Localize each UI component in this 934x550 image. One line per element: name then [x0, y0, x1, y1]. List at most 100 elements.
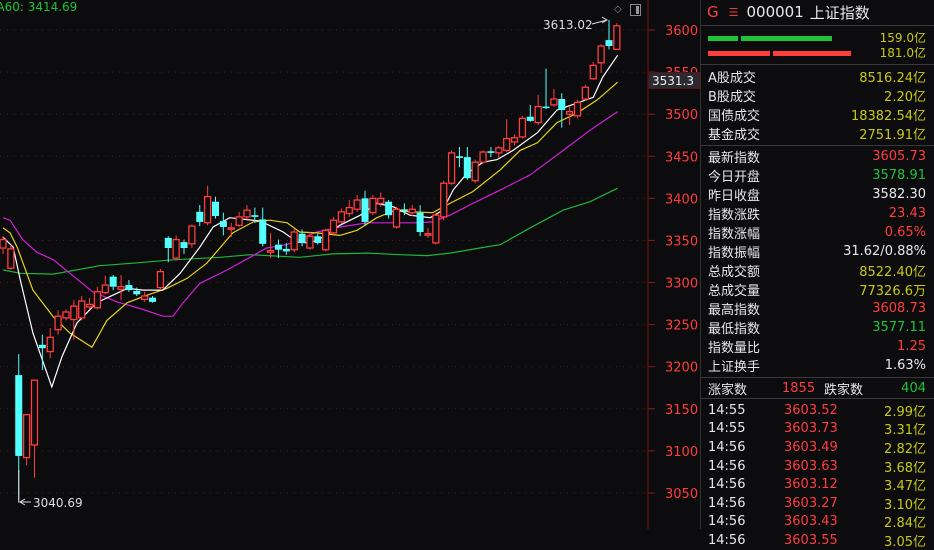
- tick-time: 14:55: [708, 402, 746, 418]
- crosshair-price-label: 3531.3: [648, 72, 700, 89]
- y-tick-label: 3250: [665, 319, 698, 334]
- stat-label: 最高指数: [708, 303, 761, 318]
- diamond-icon[interactable]: ◇: [614, 4, 622, 15]
- tick-price: 3603.43: [784, 514, 838, 530]
- outflow-bar: [708, 36, 738, 41]
- candle-up: [30, 379, 39, 446]
- stat-row: 昨日收盘 3582.30: [701, 185, 934, 204]
- g-badge[interactable]: G: [707, 3, 719, 21]
- inflow-bar: [773, 51, 851, 56]
- tick-list[interactable]: 14:55 3603.52 2.99亿 14:55 3603.73 3.31亿 …: [701, 399, 934, 550]
- candle-up: [471, 161, 479, 182]
- tick-amount: 3.68亿: [884, 460, 926, 476]
- candle-up: [54, 315, 62, 331]
- candle-down: [385, 201, 393, 216]
- tick-price: 3603.63: [784, 458, 838, 474]
- candle-up: [227, 227, 235, 230]
- tick-amount: 3.10亿: [884, 497, 926, 513]
- stat-value: 3608.73: [872, 301, 926, 316]
- stat-label: 最低指数: [708, 322, 761, 337]
- tick-time: 14:56: [708, 532, 746, 548]
- y-tick-label: 3400: [665, 192, 698, 207]
- tick-amount: 2.82亿: [884, 441, 926, 457]
- tick-amount: 3.47亿: [884, 479, 926, 495]
- candle-up: [377, 197, 385, 205]
- arrow-icon: [18, 470, 31, 506]
- candle-up: [613, 25, 621, 51]
- kline-chart[interactable]: 3600355035003450340033503300325032003150…: [0, 0, 700, 529]
- stat-label: 指数涨幅: [708, 227, 761, 242]
- ma20-line: [2, 111, 618, 317]
- candle-down: [605, 40, 613, 46]
- menu-icon[interactable]: ☰: [729, 6, 739, 19]
- candle-up: [306, 235, 314, 249]
- quote-panel: G ☰ 000001 上证指数 159.0亿 181.0亿 A股成交 8516.…: [700, 0, 934, 550]
- y-tick-label: 3600: [665, 24, 698, 39]
- stat-row: 今日开盘 3578.91: [701, 166, 934, 185]
- stats-list: 最新指数 3605.73 今日开盘 3578.91 昨日收盘 3582.30 指…: [701, 146, 934, 375]
- turnover-value: 2751.91亿: [859, 128, 926, 143]
- candle-up: [85, 303, 94, 308]
- stat-label: 总成交量: [708, 284, 761, 299]
- candle-down: [400, 209, 408, 211]
- index-name: 上证指数: [809, 3, 870, 22]
- candle-up: [573, 101, 582, 117]
- y-tick-label: 3350: [665, 234, 698, 249]
- up-count-label: 涨家数: [708, 382, 748, 398]
- candle-down: [526, 116, 534, 121]
- candle-down: [109, 276, 117, 287]
- tick-time: 14:56: [708, 495, 746, 511]
- candle-down: [219, 221, 227, 227]
- stat-value: 1.63%: [884, 358, 926, 373]
- index-code: 000001: [746, 3, 804, 21]
- stat-value: 3578.91: [872, 168, 926, 183]
- down-count-value: 404: [901, 380, 926, 396]
- stat-row: 指数涨跌 23.43: [701, 204, 934, 223]
- inflow-value: 181.0亿: [879, 46, 926, 60]
- candle-up: [203, 196, 212, 224]
- candle-down: [361, 198, 369, 222]
- stat-value: 77326.6万: [859, 284, 926, 299]
- stat-row: 指数量比 1.25: [701, 337, 934, 356]
- candle-up: [597, 45, 605, 64]
- tick-price: 3603.27: [784, 495, 838, 511]
- stat-label: 昨日收盘: [708, 189, 761, 204]
- capital-flow-bars: 159.0亿 181.0亿: [701, 26, 934, 64]
- candle-up: [117, 286, 125, 290]
- candle-up: [510, 137, 519, 143]
- candle-up: [550, 98, 558, 106]
- tick-row: 14:56 3603.27 3.10亿: [701, 494, 934, 513]
- stat-label: 最新指数: [708, 151, 761, 166]
- stat-value: 3582.30: [872, 187, 926, 202]
- candle-up: [78, 300, 86, 319]
- candle-up: [93, 291, 102, 309]
- stat-row: 指数涨幅 0.65%: [701, 223, 934, 242]
- stat-label: 指数振幅: [708, 246, 761, 261]
- tick-row: 14:56 3603.12 3.47亿: [701, 475, 934, 494]
- candle-down: [196, 211, 204, 222]
- candle-up: [503, 137, 511, 152]
- y-tick-label: 3100: [665, 445, 698, 460]
- panel-header: G ☰ 000001 上证指数: [701, 0, 934, 24]
- candle-up: [329, 219, 338, 234]
- candle-up: [432, 214, 440, 244]
- candle-up: [408, 208, 416, 214]
- candle-up: [7, 248, 15, 269]
- candle-down: [149, 297, 157, 302]
- panel-toggle-icon[interactable]: [630, 4, 641, 16]
- high-annotation: 3613.02: [543, 18, 593, 32]
- ma60-label: MA60: 3414.69: [0, 0, 78, 14]
- tick-price: 3603.73: [784, 421, 838, 437]
- candle-down: [558, 99, 566, 110]
- candle-up: [581, 86, 590, 100]
- stat-row: 总成交额 8522.40亿: [701, 261, 934, 280]
- stat-value: 0.65%: [884, 225, 926, 240]
- stat-label: 今日开盘: [708, 170, 761, 185]
- candle-up: [534, 105, 542, 124]
- y-tick-label: 3500: [665, 108, 698, 123]
- candle-up: [70, 305, 78, 321]
- candle-down: [416, 212, 424, 233]
- turnover-row: 国债成交 18382.54亿: [701, 105, 934, 124]
- candle-down: [164, 237, 172, 249]
- tick-row: 14:56 3603.43 2.84亿: [701, 513, 934, 531]
